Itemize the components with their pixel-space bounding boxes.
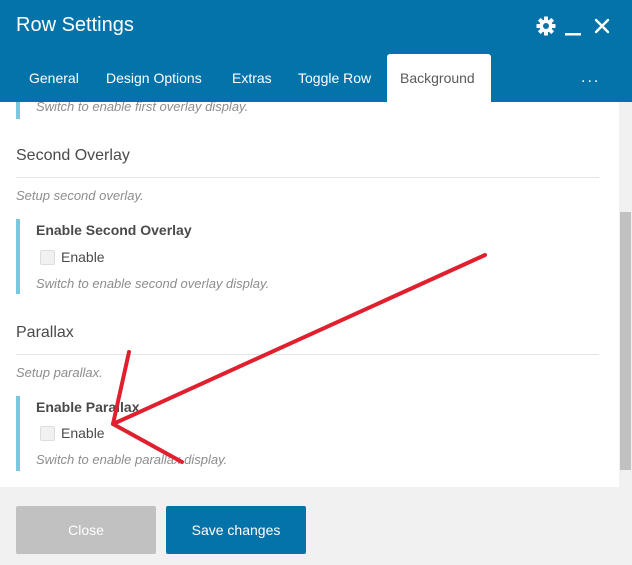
- close-button[interactable]: Close: [16, 506, 156, 554]
- second-overlay-description: Setup second overlay.: [16, 188, 144, 203]
- field-label-enable-parallax: Enable Parallax: [36, 399, 140, 415]
- dialog-title: Row Settings: [16, 14, 134, 36]
- tab-toggle-row[interactable]: Toggle Row: [285, 54, 384, 102]
- checkbox-label: Enable: [61, 425, 105, 441]
- tab-extras[interactable]: Extras: [219, 54, 285, 102]
- tab-general[interactable]: General: [16, 54, 92, 102]
- field-label-enable-second-overlay: Enable Second Overlay: [36, 222, 192, 238]
- enable-second-overlay-toggle[interactable]: Enable: [40, 249, 105, 265]
- scrollbar-thumb[interactable]: [620, 212, 631, 470]
- save-changes-button[interactable]: Save changes: [166, 506, 306, 554]
- tab-bar: General Design Options Extras Toggle Row…: [0, 54, 632, 102]
- parallax-description: Setup parallax.: [16, 365, 103, 380]
- checkbox[interactable]: [40, 249, 55, 265]
- section-title-second-overlay: Second Overlay: [16, 147, 130, 164]
- field-accent-bar: [16, 102, 20, 119]
- section-divider: [16, 177, 599, 178]
- section-title-parallax: Parallax: [16, 324, 74, 341]
- enable-parallax-toggle[interactable]: Enable: [40, 425, 105, 441]
- dialog-header: Row Settings General Design Options Extr…: [0, 0, 632, 102]
- close-icon[interactable]: [591, 14, 613, 38]
- dialog-footer: Close Save changes: [0, 487, 632, 565]
- minimize-icon[interactable]: [562, 14, 584, 38]
- tab-background[interactable]: Background: [387, 54, 491, 102]
- field-accent-bar: [16, 219, 20, 294]
- second-overlay-help: Switch to enable second overlay display.: [36, 276, 270, 291]
- checkbox[interactable]: [40, 425, 55, 441]
- parallax-help: Switch to enable parallax display.: [36, 452, 228, 467]
- field-accent-bar: [16, 396, 20, 471]
- tabs-more-menu[interactable]: ...: [581, 54, 600, 102]
- gear-icon[interactable]: [535, 14, 557, 38]
- checkbox-label: Enable: [61, 249, 105, 265]
- first-overlay-help: Switch to enable first overlay display.: [36, 102, 249, 114]
- tab-design-options[interactable]: Design Options: [93, 54, 215, 102]
- settings-panel: Switch to enable first overlay display. …: [0, 102, 632, 487]
- section-divider: [16, 354, 599, 355]
